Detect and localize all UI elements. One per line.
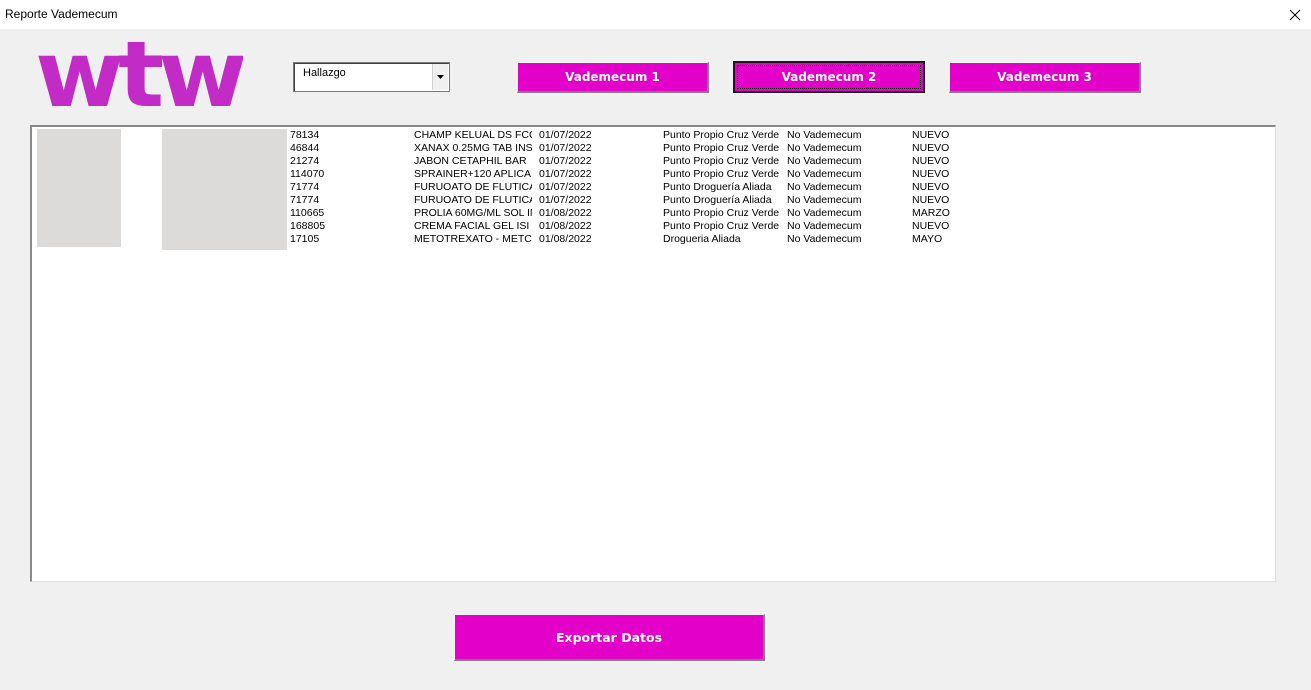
item-status: No Vademecum	[787, 155, 862, 167]
title-bar: Reporte Vademecum	[0, 0, 1311, 29]
list-item[interactable]: 46844 XANAX 0.25MG TAB INS 01/07/2022 Pu…	[32, 142, 1032, 155]
vademecum-3-button[interactable]: Vademecum 3	[949, 62, 1141, 93]
item-code: 71774	[290, 194, 320, 206]
item-place: Punto Propio Cruz Verde	[663, 129, 779, 141]
item-place: Punto Propio Cruz Verde	[663, 155, 779, 167]
item-date: 01/07/2022	[539, 129, 592, 141]
item-date: 01/07/2022	[539, 181, 592, 193]
item-type: NUEVO	[912, 168, 950, 180]
item-place: Punto Propio Cruz Verde	[663, 168, 779, 180]
item-type: MARZO	[912, 207, 950, 219]
filter-selected-value: Hallazgo	[303, 67, 346, 79]
item-code: 168805	[290, 220, 326, 232]
item-code: 114070	[290, 168, 325, 180]
item-type: NUEVO	[912, 220, 950, 232]
dropdown-arrow-button[interactable]	[432, 64, 448, 90]
item-type: NUEVO	[912, 129, 950, 141]
item-description: XANAX 0.25MG TAB INS	[414, 142, 532, 154]
item-place: Punto Propio Cruz Verde	[663, 220, 779, 232]
list-item[interactable]: 110665 PROLIA 60MG/ML SOL IN 01/08/2022 …	[32, 207, 1032, 220]
list-item[interactable]: 71774 FURUOATO DE FLUTICA 01/07/2022 Pun…	[32, 181, 1032, 194]
item-date: 01/08/2022	[539, 220, 592, 232]
list-item[interactable]: 114070 SPRAINER+120 APLICA 01/07/2022 Pu…	[32, 168, 1032, 181]
item-status: No Vademecum	[787, 194, 862, 206]
item-date: 01/07/2022	[539, 155, 592, 167]
filter-dropdown[interactable]: Hallazgo	[293, 62, 450, 92]
vademecum-2-button[interactable]: Vademecum 2	[733, 61, 925, 93]
item-description: METOTREXATO - METC	[414, 233, 532, 245]
list-item[interactable]: 71774 FURUOATO DE FLUTICA 01/07/2022 Pun…	[32, 194, 1032, 207]
results-rows: 78134 CHAMP KELUAL DS FCO 01/07/2022 Pun…	[32, 129, 1032, 246]
item-code: 71774	[290, 181, 320, 193]
item-date: 01/08/2022	[539, 207, 592, 219]
item-description: FURUOATO DE FLUTICA	[414, 181, 532, 193]
item-type: MAYO	[912, 233, 943, 245]
item-place: Drogueria Aliada	[663, 233, 741, 245]
window-title: Reporte Vademecum	[5, 7, 118, 21]
logo-text: wtw	[35, 42, 243, 114]
item-code: 21274	[290, 155, 320, 167]
item-status: No Vademecum	[787, 207, 862, 219]
item-description: SPRAINER+120 APLICA	[414, 168, 532, 180]
item-status: No Vademecum	[787, 220, 862, 232]
item-status: No Vademecum	[787, 142, 862, 154]
item-type: NUEVO	[912, 142, 950, 154]
item-status: No Vademecum	[787, 181, 862, 193]
item-description: CREMA FACIAL GEL ISI	[414, 220, 530, 232]
item-status: No Vademecum	[787, 233, 862, 245]
item-date: 01/07/2022	[539, 194, 592, 206]
item-place: Punto Propio Cruz Verde	[663, 142, 779, 154]
item-place: Punto Droguería Aliada	[663, 194, 772, 206]
item-code: 110665	[290, 207, 325, 219]
item-place: Punto Droguería Aliada	[663, 181, 772, 193]
item-status: No Vademecum	[787, 129, 862, 141]
item-description: JABON CETAPHIL BAR	[414, 155, 527, 167]
item-date: 01/07/2022	[539, 168, 592, 180]
item-description: FURUOATO DE FLUTICA	[414, 194, 532, 206]
list-item[interactable]: 168805 CREMA FACIAL GEL ISI 01/08/2022 P…	[32, 220, 1032, 233]
chevron-down-icon	[437, 75, 444, 79]
item-type: NUEVO	[912, 155, 950, 167]
results-listbox[interactable]: 78134 CHAMP KELUAL DS FCO 01/07/2022 Pun…	[30, 125, 1276, 582]
item-code: 78134	[290, 129, 320, 141]
wtw-logo: wtw	[35, 42, 243, 114]
item-description: CHAMP KELUAL DS FCO	[414, 129, 532, 141]
item-type: NUEVO	[912, 181, 950, 193]
item-place: Punto Propio Cruz Verde	[663, 207, 779, 219]
item-type: NUEVO	[912, 194, 950, 206]
item-date: 01/07/2022	[539, 142, 592, 154]
list-item[interactable]: 17105 METOTREXATO - METC 01/08/2022 Drog…	[32, 233, 1032, 246]
list-item[interactable]: 21274 JABON CETAPHIL BAR 01/07/2022 Punt…	[32, 155, 1032, 168]
close-icon	[1289, 9, 1301, 20]
item-code: 46844	[290, 142, 320, 154]
close-button[interactable]	[1279, 0, 1311, 29]
export-data-button[interactable]: Exportar Datos	[454, 614, 765, 661]
item-description: PROLIA 60MG/ML SOL IN	[414, 207, 532, 219]
item-date: 01/08/2022	[539, 233, 592, 245]
list-item[interactable]: 78134 CHAMP KELUAL DS FCO 01/07/2022 Pun…	[32, 129, 1032, 142]
item-status: No Vademecum	[787, 168, 862, 180]
item-code: 17105	[290, 233, 320, 245]
vademecum-1-button[interactable]: Vademecum 1	[517, 62, 709, 93]
